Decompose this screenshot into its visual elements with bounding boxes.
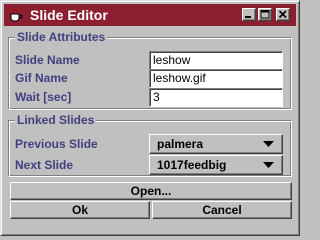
- previous-slide-select[interactable]: palmera: [149, 134, 283, 154]
- previous-slide-value: palmera: [157, 137, 204, 151]
- window-title: Slide Editor: [30, 7, 108, 23]
- dropdown-arrow-icon: [263, 162, 274, 168]
- maximize-icon: [260, 10, 270, 19]
- gif-name-input[interactable]: leshow.gif: [149, 69, 283, 88]
- minimize-icon: [245, 16, 251, 18]
- close-button[interactable]: [276, 8, 290, 21]
- title-bar[interactable]: Slide Editor: [4, 4, 296, 26]
- next-slide-label: Next Slide: [15, 158, 74, 172]
- next-slide-value: 1017feedbig: [157, 158, 227, 172]
- slide-attributes-legend: Slide Attributes: [15, 29, 108, 45]
- dropdown-arrow-icon: [263, 141, 274, 147]
- maximize-button[interactable]: [258, 8, 272, 21]
- wait-input[interactable]: 3: [149, 88, 283, 107]
- gif-name-label: Gif Name: [15, 71, 68, 85]
- close-icon: [278, 10, 287, 19]
- next-slide-select[interactable]: 1017feedbig: [149, 155, 283, 175]
- slide-name-input[interactable]: leshow: [149, 51, 283, 70]
- minimize-button[interactable]: [242, 8, 256, 21]
- slide-name-label: Slide Name: [15, 53, 80, 67]
- slide-editor-window: Slide Editor Slide Attributes Slide Name…: [0, 0, 300, 236]
- previous-slide-label: Previous Slide: [15, 137, 98, 151]
- open-button[interactable]: Open...: [10, 182, 292, 200]
- cancel-button[interactable]: Cancel: [152, 201, 292, 219]
- linked-slides-legend: Linked Slides: [15, 112, 97, 128]
- java-coffee-cup-icon: [10, 8, 23, 22]
- ok-button[interactable]: Ok: [10, 201, 150, 219]
- wait-label: Wait [sec]: [15, 90, 72, 104]
